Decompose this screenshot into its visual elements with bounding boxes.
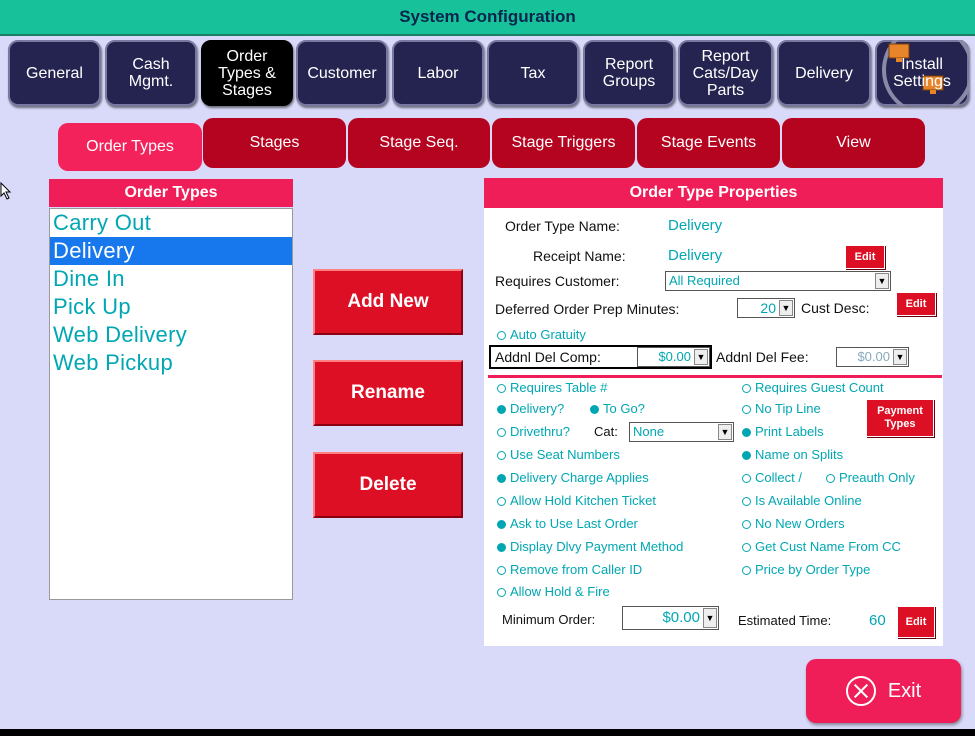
requires-customer-label: Requires Customer: [495, 273, 620, 289]
estimated-time-label: Estimated Time: [738, 613, 832, 628]
bottom-bar [0, 729, 975, 736]
subtab-stage-seq[interactable]: Stage Seq. [348, 118, 490, 168]
addnl-del-fee-value: $0.00 [857, 349, 890, 364]
requires-guest-count-option[interactable]: Requires Guest Count [742, 380, 884, 395]
order-type-name-label: Order Type Name: [505, 218, 620, 234]
cust-desc-label: Cust Desc: [801, 300, 870, 316]
order-types-header: Order Types [49, 179, 293, 207]
get-cust-name-cc-option[interactable]: Get Cust Name From CC [742, 539, 901, 554]
main-tabs: General Cash Mgmt. Order Types & Stages … [8, 40, 972, 110]
display-dlvy-payment-option[interactable]: Display Dlvy Payment Method [497, 539, 683, 554]
tab-report-cats-day-parts[interactable]: Report Cats/Day Parts [678, 40, 773, 106]
delete-button[interactable]: Delete [313, 452, 463, 518]
allow-hold-kitchen-option[interactable]: Allow Hold Kitchen Ticket [497, 493, 656, 508]
order-types-list: Carry Out Delivery Dine In Pick Up Web D… [49, 208, 293, 600]
auto-gratuity-option[interactable]: Auto Gratuity [497, 327, 586, 342]
order-type-web-delivery[interactable]: Web Delivery [50, 321, 292, 349]
addnl-del-comp-select[interactable]: $0.00 ▼ [637, 347, 710, 367]
order-type-pick-up[interactable]: Pick Up [50, 293, 292, 321]
subtab-order-types[interactable]: Order Types [58, 123, 202, 171]
payment-types-button[interactable]: Payment Types [866, 399, 934, 437]
price-by-order-type-option[interactable]: Price by Order Type [742, 562, 870, 577]
chevron-down-icon: ▼ [703, 608, 717, 628]
properties-divider [488, 375, 942, 378]
delivery-option[interactable]: Delivery? [497, 401, 564, 416]
auto-gratuity-label: Auto Gratuity [510, 327, 586, 342]
requires-customer-value: All Required [669, 273, 740, 288]
rename-button[interactable]: Rename [313, 360, 463, 426]
subtab-stage-events[interactable]: Stage Events [637, 118, 780, 168]
no-new-orders-option[interactable]: No New Orders [742, 516, 845, 531]
no-tip-line-option[interactable]: No Tip Line [742, 401, 821, 416]
order-type-name-value: Delivery [668, 217, 723, 234]
order-type-dine-in[interactable]: Dine In [50, 265, 292, 293]
minimum-order-select[interactable]: $0.00 ▼ [622, 606, 719, 630]
tab-customer[interactable]: Customer [296, 40, 388, 106]
ask-last-order-option[interactable]: Ask to Use Last Order [497, 516, 638, 531]
tab-general[interactable]: General [8, 40, 101, 106]
deferred-prep-select[interactable]: 20 ▼ [737, 298, 795, 318]
requires-table-option[interactable]: Requires Table # [497, 380, 607, 395]
cat-label: Cat: [594, 424, 618, 439]
tab-cash-mgmt[interactable]: Cash Mgmt. [105, 40, 197, 106]
tab-install-settings[interactable]: Install Settings [875, 40, 969, 106]
edit-estimated-time-button[interactable]: Edit [897, 606, 935, 638]
tab-labor[interactable]: Labor [392, 40, 484, 106]
properties-header: Order Type Properties [484, 178, 943, 208]
minimum-order-value: $0.00 [662, 609, 700, 626]
subtab-stages[interactable]: Stages [203, 118, 346, 168]
preauth-only-option[interactable]: Preauth Only [826, 470, 915, 485]
print-labels-option[interactable]: Print Labels [742, 424, 824, 439]
chevron-down-icon: ▼ [875, 273, 889, 289]
cat-select[interactable]: None ▼ [629, 422, 734, 442]
window-title: System Configuration [0, 0, 975, 36]
add-new-button[interactable]: Add New [313, 269, 463, 335]
deferred-prep-label: Deferred Order Prep Minutes: [495, 301, 680, 317]
edit-receipt-name-button[interactable]: Edit [845, 245, 885, 269]
remove-caller-id-option[interactable]: Remove from Caller ID [497, 562, 642, 577]
requires-customer-select[interactable]: All Required ▼ [665, 271, 891, 291]
chevron-down-icon: ▼ [779, 300, 793, 316]
tab-order-types-stages[interactable]: Order Types & Stages [201, 40, 293, 106]
estimated-time-value: 60 [869, 612, 886, 629]
cat-value: None [633, 424, 665, 439]
radio-icon [497, 331, 506, 340]
drivethru-option[interactable]: Drivethru? [497, 424, 570, 439]
sub-tabs: Order Types Stages Stage Seq. Stage Trig… [58, 118, 928, 171]
addnl-del-fee-label: Addnl Del Fee: [716, 349, 809, 365]
chevron-down-icon: ▼ [893, 349, 907, 365]
chevron-down-icon: ▼ [694, 349, 708, 365]
addnl-del-comp-label: Addnl Del Comp: [495, 349, 601, 365]
allow-hold-fire-option[interactable]: Allow Hold & Fire [497, 584, 610, 599]
order-type-carry-out[interactable]: Carry Out [50, 209, 292, 237]
deferred-prep-value: 20 [760, 300, 776, 316]
subtab-stage-triggers[interactable]: Stage Triggers [492, 118, 635, 168]
to-go-option[interactable]: To Go? [590, 401, 645, 416]
delivery-charge-option[interactable]: Delivery Charge Applies [497, 470, 649, 485]
tab-report-groups[interactable]: Report Groups [583, 40, 675, 106]
chevron-down-icon: ▼ [718, 424, 732, 440]
receipt-name-value: Delivery [668, 247, 723, 264]
exit-button[interactable]: Exit [806, 659, 961, 723]
tab-tax[interactable]: Tax [487, 40, 579, 106]
order-type-web-pickup[interactable]: Web Pickup [50, 349, 292, 377]
addnl-del-fee-select[interactable]: $0.00 ▼ [836, 347, 909, 367]
mouse-cursor-icon [0, 182, 12, 200]
name-on-splits-option[interactable]: Name on Splits [742, 447, 843, 462]
order-type-delivery[interactable]: Delivery [50, 237, 292, 265]
is-available-online-option[interactable]: Is Available Online [742, 493, 862, 508]
edit-cust-desc-button[interactable]: Edit [896, 292, 936, 316]
receipt-name-label: Receipt Name: [533, 248, 626, 264]
minimum-order-label: Minimum Order: [502, 612, 596, 627]
install-settings-label: Install Settings [893, 56, 951, 90]
addnl-del-comp-value: $0.00 [658, 349, 691, 364]
tab-delivery[interactable]: Delivery [777, 40, 871, 106]
collect-option[interactable]: Collect / [742, 470, 802, 485]
use-seat-numbers-option[interactable]: Use Seat Numbers [497, 447, 620, 462]
subtab-view[interactable]: View [782, 118, 925, 168]
close-circle-icon [845, 676, 876, 706]
exit-label: Exit [887, 679, 922, 702]
